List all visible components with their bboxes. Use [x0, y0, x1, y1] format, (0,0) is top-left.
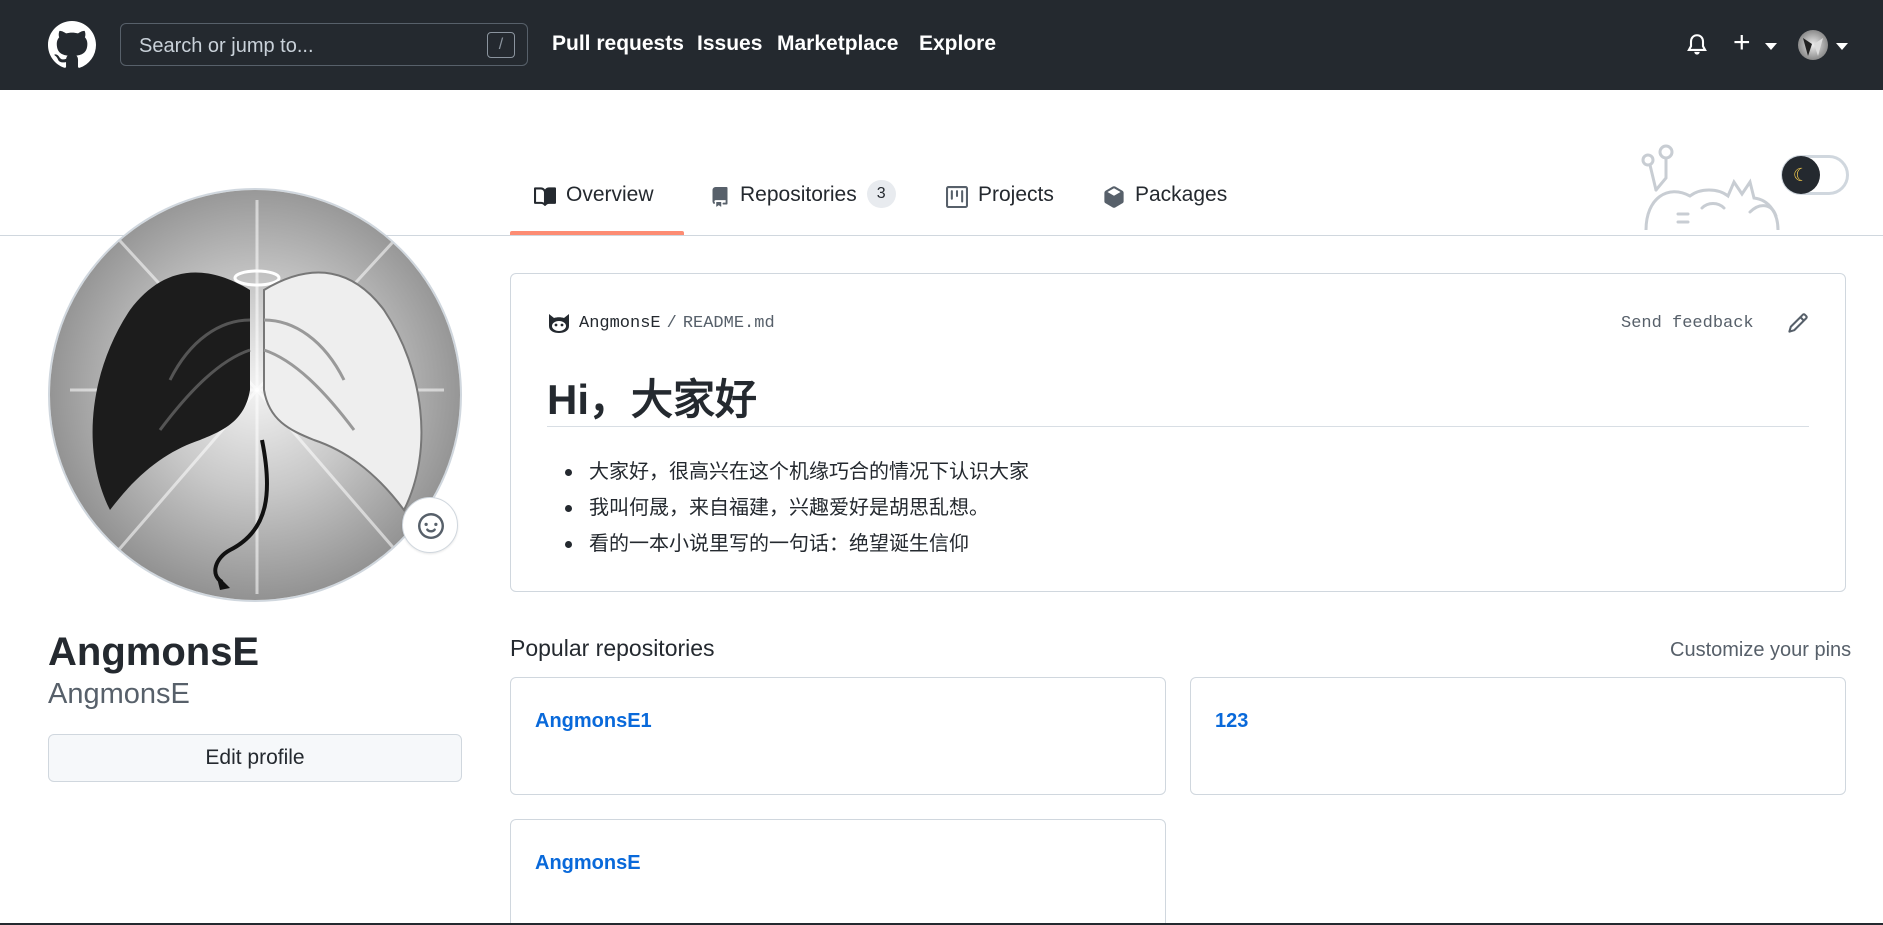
search-shortcut-key: / [487, 32, 515, 58]
create-caret-icon[interactable] [1765, 43, 1777, 50]
readme-divider [547, 426, 1809, 427]
profile-fullname: AngmonsE [48, 630, 260, 674]
dark-mode-toggle[interactable]: ☾ [1781, 155, 1849, 195]
send-feedback-link[interactable]: Send feedback [1621, 314, 1754, 333]
repo-link[interactable]: AngmonsE1 [535, 710, 652, 733]
tab-overview-label: Overview [566, 183, 654, 206]
user-menu-caret-icon[interactable] [1836, 43, 1848, 50]
readme-filename: README.md [682, 313, 775, 333]
project-icon [946, 186, 968, 208]
book-icon [534, 187, 556, 206]
user-avatar-menu[interactable] [1798, 30, 1828, 60]
readme-list: 大家好，很高兴在这个机缘巧合的情况下认识大家 我叫何晟，来自福建，兴趣爱好是胡思… [547, 454, 1029, 562]
profile-avatar[interactable] [48, 188, 462, 602]
search-placeholder: Search or jump to... [139, 35, 314, 57]
tab-repositories[interactable]: Repositories 3 [710, 180, 896, 232]
smiley-icon [418, 513, 444, 539]
list-item: 看的一本小说里写的一句话：绝望诞生信仰 [547, 526, 1029, 562]
notifications-bell-icon[interactable] [1685, 32, 1709, 58]
set-status-button[interactable] [402, 497, 458, 553]
nav-explore[interactable]: Explore [919, 32, 996, 56]
repo-icon [712, 187, 728, 207]
angel-devil-wings-image [50, 190, 460, 600]
moon-icon: ☾ [1782, 156, 1820, 194]
profile-username: AngmonsE [48, 678, 190, 710]
list-item: 我叫何晟，来自福建，兴趣爱好是胡思乱想。 [547, 490, 1029, 526]
repo-card: AngmonsE [510, 819, 1166, 925]
cat-avatar-icon [549, 314, 569, 333]
package-icon [1104, 186, 1124, 208]
tab-packages[interactable]: Packages [1103, 183, 1227, 235]
octocat-doodle-icon [1641, 144, 1780, 230]
nav-marketplace[interactable]: Marketplace [777, 32, 898, 56]
repo-card: AngmonsE1 [510, 677, 1166, 795]
selected-tab-indicator [510, 231, 684, 235]
repositories-count-badge: 3 [866, 180, 896, 208]
tab-projects-label: Projects [978, 183, 1054, 206]
tab-packages-label: Packages [1135, 183, 1228, 206]
repo-link[interactable]: 123 [1215, 710, 1248, 733]
repo-card: 123 [1190, 677, 1846, 795]
readme-breadcrumb: AngmonsE / README.md [547, 312, 775, 334]
profile-readme-card: AngmonsE / README.md Send feedback Hi，大家… [510, 273, 1846, 592]
pencil-edit-icon[interactable] [1787, 312, 1809, 334]
tab-overview[interactable]: Overview [534, 183, 654, 235]
tab-repositories-label: Repositories [740, 183, 857, 206]
customize-pins-link[interactable]: Customize your pins [1670, 639, 1851, 662]
readme-heading: Hi，大家好 [547, 376, 758, 423]
nav-issues[interactable]: Issues [697, 32, 762, 56]
edit-profile-button[interactable]: Edit profile [48, 734, 462, 782]
tab-projects[interactable]: Projects [946, 183, 1054, 235]
readme-owner-link[interactable]: AngmonsE [579, 314, 661, 333]
nav-pull-requests[interactable]: Pull requests [552, 32, 684, 56]
list-item: 大家好，很高兴在这个机缘巧合的情况下认识大家 [547, 454, 1029, 490]
repo-link[interactable]: AngmonsE [535, 852, 641, 875]
popular-repos-title: Popular repositories [510, 635, 715, 661]
top-header: Search or jump to... / Pull requests Iss… [0, 0, 1883, 90]
github-logo-icon[interactable] [48, 21, 96, 69]
avatar-thumbnail-icon [1803, 38, 1823, 56]
create-new-plus-icon[interactable]: + [1733, 28, 1751, 58]
search-input[interactable]: Search or jump to... / [120, 23, 528, 66]
readme-path-separator: / [666, 313, 677, 333]
